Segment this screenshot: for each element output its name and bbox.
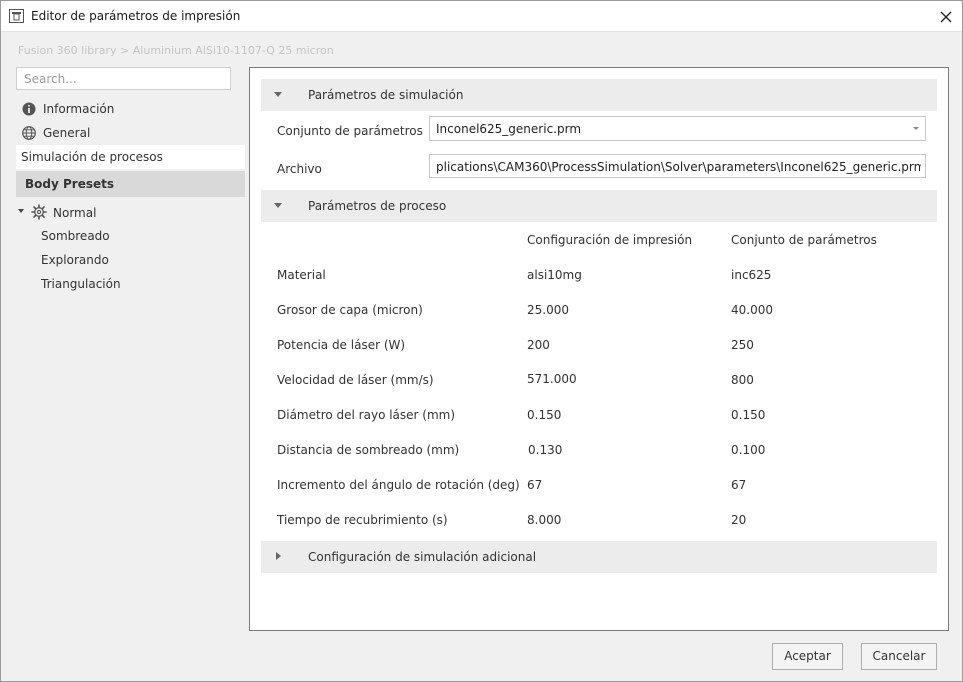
collapse-arrow-icon[interactable]: [274, 203, 282, 208]
window-title: Editor de parámetros de impresión: [31, 9, 241, 23]
cell-paramset: 20: [731, 513, 747, 527]
cancel-button[interactable]: Cancelar: [861, 643, 937, 670]
globe-icon: [22, 126, 36, 140]
cell-print: 8.000: [527, 513, 562, 527]
sidebar-item-simulacion-procesos[interactable]: Simulación de procesos: [16, 145, 245, 169]
sidebar-item-label: Simulación de procesos: [21, 150, 163, 164]
row-label: Tiempo de recubrimiento (s): [277, 513, 448, 527]
cell-paramset: inc625: [731, 268, 772, 282]
sidebar-group-label: Body Presets: [25, 177, 114, 191]
cell-print: alsi10mg: [527, 268, 582, 282]
row-label: Potencia de láser (W): [277, 338, 406, 352]
paramset-value: Inconel625_generic.prm: [436, 122, 582, 136]
gear-icon: [31, 204, 47, 220]
file-path-field[interactable]: plications\CAM360\ProcessSimulation\Solv…: [429, 154, 926, 178]
section-process-header[interactable]: Parámetros de proceso: [261, 190, 937, 222]
section-title: Parámetros de simulación: [308, 88, 464, 102]
section-title: Parámetros de proceso: [308, 199, 447, 213]
tree-item-sombreado[interactable]: Sombreado: [41, 229, 110, 243]
section-additional-header[interactable]: Configuración de simulación adicional: [261, 541, 937, 573]
paramset-label: Conjunto de parámetros: [277, 124, 423, 138]
paramset-dropdown[interactable]: Inconel625_generic.prm: [429, 116, 926, 141]
dialog-window: Editor de parámetros de impresión Fusion…: [0, 0, 963, 682]
cell-paramset: 67: [731, 478, 747, 492]
cell-print: 67: [527, 478, 543, 492]
section-simulation-header[interactable]: Parámetros de simulación: [261, 79, 937, 111]
cell-print: 200: [527, 338, 550, 352]
section-title: Configuración de simulación adicional: [308, 550, 537, 564]
cell-paramset: 250: [731, 338, 754, 352]
cell-paramset: 40.000: [731, 303, 773, 317]
column-header-paramset: Conjunto de parámetros: [731, 233, 877, 247]
sidebar-item-label: Información: [43, 102, 115, 116]
tree-item-normal[interactable]: Normal: [16, 202, 245, 224]
sidebar-item-general[interactable]: General: [16, 122, 245, 145]
accept-button[interactable]: Aceptar: [772, 643, 843, 670]
cell-print: 0.150: [527, 408, 562, 422]
file-path-value: plications\CAM360\ProcessSimulation\Solv…: [436, 160, 921, 174]
title-bar[interactable]: Editor de parámetros de impresión: [1, 1, 962, 32]
breadcrumb: Fusion 360 library > Aluminium AlSi10-11…: [18, 44, 334, 57]
tree-item-triangulacion[interactable]: Triangulación: [41, 277, 121, 291]
row-label: Velocidad de láser (mm/s): [277, 373, 434, 387]
tree-item-explorando[interactable]: Explorando: [41, 253, 109, 267]
row-label: Material: [277, 268, 326, 282]
cell-paramset: 0.150: [731, 408, 766, 422]
info-icon: [22, 102, 36, 116]
file-label: Archivo: [277, 162, 322, 176]
sidebar-item-label: General: [43, 126, 91, 140]
collapse-arrow-icon[interactable]: [274, 92, 282, 97]
cell-print: 571.000: [527, 372, 577, 386]
sidebar-item-informacion[interactable]: Información: [16, 98, 245, 121]
cell-paramset: 800: [731, 373, 754, 387]
chevron-down-icon: [913, 127, 919, 130]
column-header-print: Configuración de impresión: [527, 233, 693, 247]
row-label: Diámetro del rayo láser (mm): [277, 408, 456, 422]
chevron-down-icon[interactable]: [18, 209, 24, 213]
row-label: Distancia de sombreado (mm): [277, 443, 460, 457]
cell-paramset: 0.100: [731, 443, 766, 457]
sidebar-group-body-presets[interactable]: Body Presets: [16, 171, 245, 197]
content-panel: Parámetros de simulación Conjunto de par…: [249, 67, 949, 631]
tree-item-label: Normal: [53, 206, 97, 220]
close-icon[interactable]: [936, 7, 956, 27]
app-icon: [9, 9, 24, 23]
expand-arrow-icon[interactable]: [276, 552, 281, 560]
search-input[interactable]: [16, 67, 231, 90]
cell-print: 0.130: [528, 443, 563, 457]
row-label: Incremento del ángulo de rotación (deg): [277, 478, 520, 492]
row-label: Grosor de capa (micron): [277, 303, 423, 317]
cell-print: 25.000: [527, 303, 569, 317]
